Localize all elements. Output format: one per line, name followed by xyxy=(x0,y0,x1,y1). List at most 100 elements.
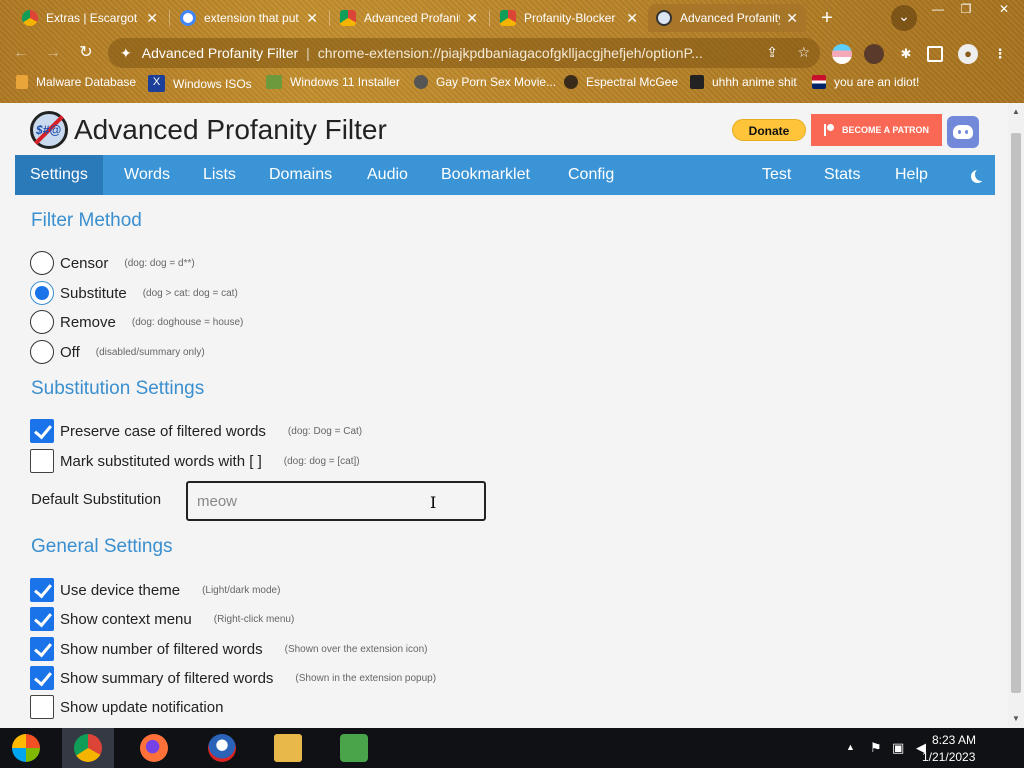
tab-audio[interactable]: Audio xyxy=(352,155,423,195)
taskbar-network-app[interactable] xyxy=(328,728,380,768)
bookmark-malware-database[interactable]: Malware Database xyxy=(16,75,136,89)
tab-close-icon[interactable]: ✕ xyxy=(466,10,478,27)
checkbox-preserve-case[interactable]: Preserve case of filtered words (dog: Do… xyxy=(30,419,362,443)
tab-test[interactable]: Test xyxy=(747,155,806,195)
clock-date[interactable]: 1/21/2023 xyxy=(922,750,975,764)
checkbox-show-context-menu[interactable]: Show context menu (Right-click menu) xyxy=(30,607,294,631)
tab-help[interactable]: Help xyxy=(880,155,943,195)
radio-remove[interactable]: Remove (dog: doghouse = house) xyxy=(30,310,243,334)
checkbox-checked[interactable] xyxy=(30,578,54,602)
radio-button[interactable] xyxy=(30,310,54,334)
default-substitution-label: Default Substitution xyxy=(31,491,162,508)
anime-icon xyxy=(690,75,704,89)
tab-stats[interactable]: Stats xyxy=(809,155,875,195)
checkbox-checked[interactable] xyxy=(30,607,54,631)
clock-time[interactable]: 8:23 AM xyxy=(932,733,976,747)
radio-substitute[interactable]: Substitute (dog > cat: dog = cat) xyxy=(30,281,238,305)
tab-advanced-profanity-store[interactable]: Advanced Profanity ✕ xyxy=(332,4,486,32)
tab-extension-search[interactable]: extension that put ✕ xyxy=(172,4,326,32)
bookmark-globe[interactable]: Gay Porn Sex Movie... xyxy=(414,75,556,89)
checkbox-mark-substituted[interactable]: Mark substituted words with [ ] (dog: do… xyxy=(30,449,360,473)
radio-censor[interactable]: Censor (dog: dog = d**) xyxy=(30,251,195,275)
reload-button[interactable]: ↻ xyxy=(75,42,97,64)
x-icon: X xyxy=(148,75,165,92)
chrome-icon xyxy=(74,734,102,762)
action-center-flag-icon[interactable]: ⚑ xyxy=(870,740,882,756)
tab-domains[interactable]: Domains xyxy=(254,155,347,195)
checkbox-show-summary-filtered[interactable]: Show summary of filtered words (Shown in… xyxy=(30,666,436,690)
discord-icon[interactable] xyxy=(947,116,979,148)
restore-button[interactable]: ❐ xyxy=(952,0,980,18)
scrollbar-thumb[interactable] xyxy=(1011,133,1021,693)
checkbox-unchecked[interactable] xyxy=(30,695,54,719)
menu-kebab-icon[interactable]: ⋮ xyxy=(990,44,1010,64)
bookmark-windows-isos[interactable]: X Windows ISOs xyxy=(148,75,252,92)
taskbar-obama-app[interactable] xyxy=(196,728,248,768)
profile-icon[interactable]: ● xyxy=(958,44,978,64)
tab-close-icon[interactable]: ✕ xyxy=(146,10,158,27)
flag-extension-icon[interactable] xyxy=(832,44,852,64)
tab-close-icon[interactable]: ✕ xyxy=(626,10,638,27)
donate-button[interactable]: Donate xyxy=(732,119,806,141)
radio-button[interactable] xyxy=(30,340,54,364)
globe-icon xyxy=(414,75,428,89)
tab-close-icon[interactable]: ✕ xyxy=(786,10,798,27)
tab-settings[interactable]: Settings xyxy=(15,155,103,195)
webstore-icon xyxy=(340,10,356,26)
share-icon[interactable]: ⇪ xyxy=(766,44,778,61)
page-scrollbar[interactable]: ▲ ▼ xyxy=(1008,103,1024,728)
scroll-up-arrow-icon[interactable]: ▲ xyxy=(1008,105,1024,119)
radio-button[interactable] xyxy=(30,251,54,275)
checkbox-checked[interactable] xyxy=(30,637,54,661)
scroll-down-arrow-icon[interactable]: ▼ xyxy=(1008,712,1024,726)
checkbox-checked[interactable] xyxy=(30,666,54,690)
webstore-icon xyxy=(500,10,516,26)
address-bar[interactable]: ✦ Advanced Profanity Filter | chrome-ext… xyxy=(108,38,820,68)
options-page: Advanced Profanity Filter Donate BECOME … xyxy=(0,103,1008,728)
minimize-button[interactable]: — xyxy=(924,0,952,18)
forward-button[interactable]: → xyxy=(42,42,64,64)
tab-extras-escargot[interactable]: Extras | Escargot ✕ xyxy=(14,4,166,32)
back-button[interactable]: ← xyxy=(10,42,32,64)
avatar-extension-icon[interactable] xyxy=(864,44,884,64)
network-icon[interactable]: ▣ xyxy=(892,740,904,756)
side-panel-icon[interactable] xyxy=(927,46,943,62)
network-users-icon xyxy=(340,734,368,762)
start-button[interactable] xyxy=(0,728,52,768)
tab-config[interactable]: Config xyxy=(553,155,629,195)
bookmark-windows-11-installer[interactable]: Windows 11 Installer xyxy=(266,75,400,89)
dark-mode-moon-icon[interactable] xyxy=(959,155,995,195)
bookmark-espectral-mcgee[interactable]: Espectral McGee xyxy=(564,75,678,89)
browser-chrome: Extras | Escargot ✕ extension that put ✕… xyxy=(0,0,1024,103)
close-window-button[interactable]: ✕ xyxy=(984,0,1024,18)
checkbox-checked[interactable] xyxy=(30,419,54,443)
tab-search-button[interactable]: ⌄ xyxy=(891,5,917,31)
bookmark-anime[interactable]: uhhh anime shit xyxy=(690,75,797,89)
radio-off[interactable]: Off (disabled/summary only) xyxy=(30,340,205,364)
become-patron-button[interactable]: BECOME A PATRON xyxy=(811,114,942,146)
tab-lists[interactable]: Lists xyxy=(188,155,251,195)
bookmark-you-are-an-idiot[interactable]: you are an idiot! xyxy=(812,75,919,89)
show-hidden-icons-icon[interactable]: ▲ xyxy=(846,742,855,752)
tab-advanced-profanity-active[interactable]: Advanced Profanity ✕ xyxy=(648,4,806,32)
bookmark-star-icon[interactable]: ☆ xyxy=(797,44,810,61)
taskbar-firefox[interactable] xyxy=(128,728,180,768)
checkbox-show-update-notification[interactable]: Show update notification xyxy=(30,695,223,719)
tab-words[interactable]: Words xyxy=(109,155,185,195)
taskbar-chrome[interactable] xyxy=(62,728,114,768)
checkbox-show-number-filtered[interactable]: Show number of filtered words (Shown ove… xyxy=(30,637,427,661)
extensions-puzzle-icon[interactable]: ✱ xyxy=(896,44,916,64)
radio-button-selected[interactable] xyxy=(30,281,54,305)
tab-close-icon[interactable]: ✕ xyxy=(306,10,318,27)
general-settings-heading: General Settings xyxy=(31,536,173,557)
bookmarks-bar: Malware Database X Windows ISOs Windows … xyxy=(0,72,1024,96)
folder-icon xyxy=(16,75,28,89)
tab-profanity-blocker[interactable]: Profanity-Blocker ✕ xyxy=(492,4,646,32)
tab-bookmarklet[interactable]: Bookmarklet xyxy=(426,155,545,195)
taskbar-file-explorer[interactable] xyxy=(262,728,314,768)
installer-icon xyxy=(266,75,282,89)
default-substitution-input[interactable] xyxy=(186,481,486,521)
new-tab-button[interactable]: + xyxy=(814,6,840,30)
checkbox-unchecked[interactable] xyxy=(30,449,54,473)
checkbox-use-device-theme[interactable]: Use device theme (Light/dark mode) xyxy=(30,578,280,602)
